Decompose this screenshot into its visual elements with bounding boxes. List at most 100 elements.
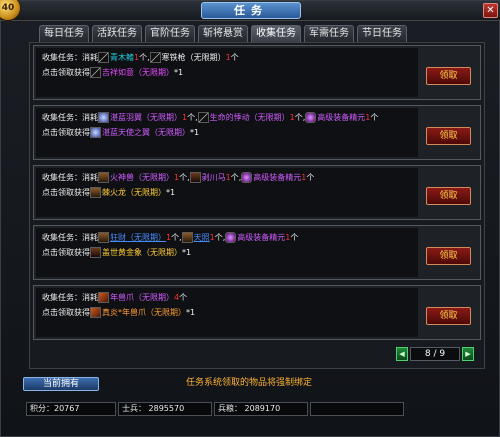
cost-item-unit: 个 xyxy=(306,173,315,182)
figure-item-icon[interactable] xyxy=(98,172,109,183)
cost-item[interactable]: 剥川马 1 个, xyxy=(189,172,241,183)
cost-item[interactable]: 高级装备精元 1 个 xyxy=(241,172,314,183)
blade-reward-icon[interactable] xyxy=(90,67,101,78)
cost-item[interactable]: 天照 1 个, xyxy=(181,232,225,243)
cost-item-name[interactable]: 火神兽（无限期） xyxy=(110,172,174,183)
cost-item[interactable]: 火神兽（无限期） 1 个, xyxy=(98,172,190,183)
task-reward-line: 点击领取获得 真炎*年兽爪（无限期） *1 xyxy=(42,307,195,318)
cost-item-name[interactable]: 狂财（无限期） xyxy=(110,232,166,243)
cost-item-name[interactable]: 年兽爪（无限期） xyxy=(110,292,174,303)
claim-button[interactable]: 领取 xyxy=(426,187,471,205)
extra-stat xyxy=(310,402,404,416)
task-cost-line: 收集任务：消耗 狂财（无限期） 1 个, 天照 1 个, 高级装备精元 1 个 xyxy=(42,232,298,243)
tab-active[interactable]: 活跃任务 xyxy=(92,25,142,42)
task-content: 收集任务：消耗 湛蓝羽翼（无限期） 1 个, 生命的悸动（无限期） 1 个, 高级装备精元 1 个… xyxy=(36,108,418,157)
tab-collect[interactable]: 收集任务 xyxy=(251,25,301,42)
cost-item-name[interactable]: 青木鳍 xyxy=(110,52,134,63)
next-page-button[interactable]: ▶ xyxy=(462,347,474,361)
cost-item-name[interactable]: 高级装备精元 xyxy=(317,112,365,123)
cost-item-name[interactable]: 剥川马 xyxy=(202,172,226,183)
cost-item[interactable]: 年兽爪（无限期） 4 个 xyxy=(98,292,187,303)
cost-item[interactable]: 青木鳍 1 个, xyxy=(98,52,150,63)
cost-item-name[interactable]: 生命的悸动（无限期） xyxy=(210,112,290,123)
page-indicator: 8 / 9 xyxy=(410,347,460,361)
cost-label: 收集任务：消耗 xyxy=(42,293,98,302)
beast-reward-icon[interactable] xyxy=(90,247,101,258)
task-list-panel: 收集任务：消耗 青木鳍 1 个, 寒铁枪（无限期） 1 个点击领取获得 吉祥如意（无限期） *1… xyxy=(29,42,485,369)
claim-button[interactable]: 领取 xyxy=(426,127,471,145)
cost-label: 收集任务：消耗 xyxy=(42,173,98,182)
cost-item[interactable]: 湛蓝羽翼（无限期） 1 个, xyxy=(98,112,198,123)
task-cost-line: 收集任务：消耗 青木鳍 1 个, 寒铁枪（无限期） 1 个 xyxy=(42,52,239,63)
reward-item-name[interactable]: 湛蓝天使之翼（无限期） xyxy=(102,127,190,138)
reward-item-name[interactable]: 盖世黄金象（无限期） xyxy=(102,247,182,258)
grain-stat: 兵粮： 2089170 xyxy=(214,402,308,416)
reward-label: 点击领取获得 xyxy=(42,68,90,77)
wing-reward-icon[interactable] xyxy=(90,127,101,138)
reward-item-name[interactable]: 吉祥如意（无限期） xyxy=(102,67,174,78)
task-content: 收集任务：消耗 年兽爪（无限期） 4 个点击领取获得 真炎*年兽爪（无限期） *1 xyxy=(36,288,418,337)
cost-item-name[interactable]: 高级装备精元 xyxy=(253,172,301,183)
cost-item-unit: 个 xyxy=(294,113,303,122)
claim-button[interactable]: 领取 xyxy=(426,307,471,325)
tab-rank[interactable]: 官阶任务 xyxy=(145,25,195,42)
figure-reward-icon[interactable] xyxy=(90,187,101,198)
cost-item-unit: 个 xyxy=(139,53,148,62)
task-reward-line: 点击领取获得 盖世黄金象（无限期） *1 xyxy=(42,247,191,258)
task-content: 收集任务：消耗 火神兽（无限期） 1 个, 剥川马 1 个, 高级装备精元 1 个点击领取获得 棘火… xyxy=(36,168,418,217)
gem-item-icon[interactable] xyxy=(225,232,237,243)
cost-item-name[interactable]: 寒铁枪（无限期） xyxy=(162,52,226,63)
cost-label: 收集任务：消耗 xyxy=(42,53,98,62)
reward-item-name[interactable]: 真炎*年兽爪（无限期） xyxy=(102,307,186,318)
task-reward-line: 点击领取获得 棘火龙（无限期） *1 xyxy=(42,187,175,198)
cost-item[interactable]: 生命的悸动（无限期） 1 个, xyxy=(197,112,305,123)
task-content: 收集任务：消耗 狂财（无限期） 1 个, 天照 1 个, 高级装备精元 1 个点击领取获得 盖世黄金… xyxy=(36,228,418,277)
cost-item[interactable]: 高级装备精元 1 个 xyxy=(225,232,298,243)
figure-item-icon[interactable] xyxy=(98,232,109,243)
cost-item-name[interactable]: 天照 xyxy=(194,232,210,243)
tab-festival[interactable]: 节日任务 xyxy=(357,25,407,42)
blade-item-icon[interactable] xyxy=(149,52,161,63)
cost-label: 收集任务：消耗 xyxy=(42,233,98,242)
task-content: 收集任务：消耗 青木鳍 1 个, 寒铁枪（无限期） 1 个点击领取获得 吉祥如意（无限期） *1 xyxy=(36,48,418,97)
reward-label: 点击领取获得 xyxy=(42,248,90,257)
cost-item-unit: 个 xyxy=(230,173,239,182)
close-button[interactable]: ✕ xyxy=(483,3,498,18)
bind-notice: 任务系统领取的物品将强制绑定 xyxy=(186,378,313,388)
tab-bar: 每日任务 活跃任务 官阶任务 斩将悬赏 收集任务 军需任务 节日任务 xyxy=(39,25,407,42)
gem-item-icon[interactable] xyxy=(305,112,317,123)
cost-item[interactable]: 狂财（无限期） 1 个, xyxy=(98,232,182,243)
game-logo-icon: 40 xyxy=(0,0,21,21)
task-reward-line: 点击领取获得 湛蓝天使之翼（无限期） *1 xyxy=(42,127,199,138)
beast-item-icon[interactable] xyxy=(189,172,201,183)
task-cost-line: 收集任务：消耗 年兽爪（无限期） 4 个 xyxy=(42,292,187,303)
reward-item-count: *1 xyxy=(186,308,196,317)
blade-item-icon[interactable] xyxy=(197,112,209,123)
tab-daily[interactable]: 每日任务 xyxy=(39,25,89,42)
cost-item-name[interactable]: 高级装备精元 xyxy=(237,232,285,243)
cost-item[interactable]: 高级装备精元 1 个 xyxy=(305,112,378,123)
owned-button[interactable]: 当前拥有 xyxy=(23,377,99,391)
claim-button[interactable]: 领取 xyxy=(426,67,471,85)
cost-item-unit: 个 xyxy=(214,233,223,242)
wing-item-icon[interactable] xyxy=(98,112,109,123)
reward-item-name[interactable]: 棘火龙（无限期） xyxy=(102,187,166,198)
gem-item-icon[interactable] xyxy=(241,172,253,183)
claw-reward-icon[interactable] xyxy=(90,307,101,318)
title-bar[interactable]: 40 任务 ✕ xyxy=(0,0,500,21)
reward-label: 点击领取获得 xyxy=(42,188,90,197)
figure-item-icon[interactable] xyxy=(181,232,193,243)
cost-item[interactable]: 寒铁枪（无限期） 1 个 xyxy=(149,52,239,63)
blade-item-icon[interactable] xyxy=(98,52,109,63)
claw-item-icon[interactable] xyxy=(98,292,109,303)
reward-label: 点击领取获得 xyxy=(42,308,90,317)
task-cost-line: 收集任务：消耗 火神兽（无限期） 1 个, 剥川马 1 个, 高级装备精元 1 个 xyxy=(42,172,314,183)
tab-bounty[interactable]: 斩将悬赏 xyxy=(198,25,248,42)
claim-button[interactable]: 领取 xyxy=(426,247,471,265)
tab-supply[interactable]: 军需任务 xyxy=(304,25,354,42)
cost-item-unit: 个 xyxy=(370,113,379,122)
reward-item-count: *1 xyxy=(190,128,200,137)
cost-item-name[interactable]: 湛蓝羽翼（无限期） xyxy=(110,112,182,123)
cost-item-unit: 个 xyxy=(179,293,188,302)
prev-page-button[interactable]: ◀ xyxy=(396,347,408,361)
